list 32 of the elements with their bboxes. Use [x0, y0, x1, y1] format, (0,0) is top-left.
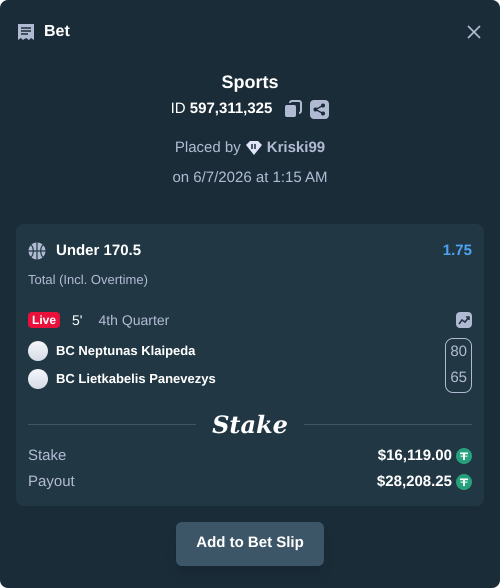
dialog-title: Bet [44, 22, 70, 42]
selection-name: Under 170.5 [56, 240, 142, 260]
match-period: 4th Quarter [98, 310, 170, 330]
copy-button[interactable] [284, 100, 302, 118]
match-minute: 5' [72, 310, 82, 330]
placed-date: on 6/7/2026 at 1:15 AM [172, 168, 328, 188]
amount-label: Stake [28, 446, 66, 466]
bet-id: ID 597,311,325 [170, 99, 272, 119]
team-score: 65 [450, 368, 467, 388]
odds: 1.75 [442, 240, 472, 260]
amount-label: Payout [28, 472, 75, 492]
bet-category: Sports [221, 71, 278, 94]
currency-icon [456, 448, 472, 464]
amount-value: $16,119.00 [378, 446, 452, 466]
team-score: 80 [450, 342, 467, 362]
basketball-icon [28, 242, 46, 260]
add-to-bet-slip-button[interactable]: Add to Bet Slip [176, 522, 324, 566]
amount-value: $28,208.25 [376, 472, 452, 492]
team-logo [28, 341, 48, 361]
team-name: BC Lietkabelis Panevezys [56, 370, 216, 388]
placed-by-label: Placed by [174, 138, 241, 158]
brand-logo: Stake [211, 408, 289, 440]
receipt-icon [16, 22, 36, 42]
live-badge: Live [28, 312, 60, 328]
username[interactable]: Kriski99 [266, 136, 326, 159]
stats-button[interactable] [456, 312, 472, 328]
currency-icon [456, 474, 472, 490]
market-name: Total (Incl. Overtime) [28, 271, 149, 289]
team-logo [28, 369, 48, 389]
team-name: BC Neptunas Klaipeda [56, 342, 196, 360]
diamond-icon [244, 140, 263, 156]
share-button[interactable] [310, 100, 330, 119]
